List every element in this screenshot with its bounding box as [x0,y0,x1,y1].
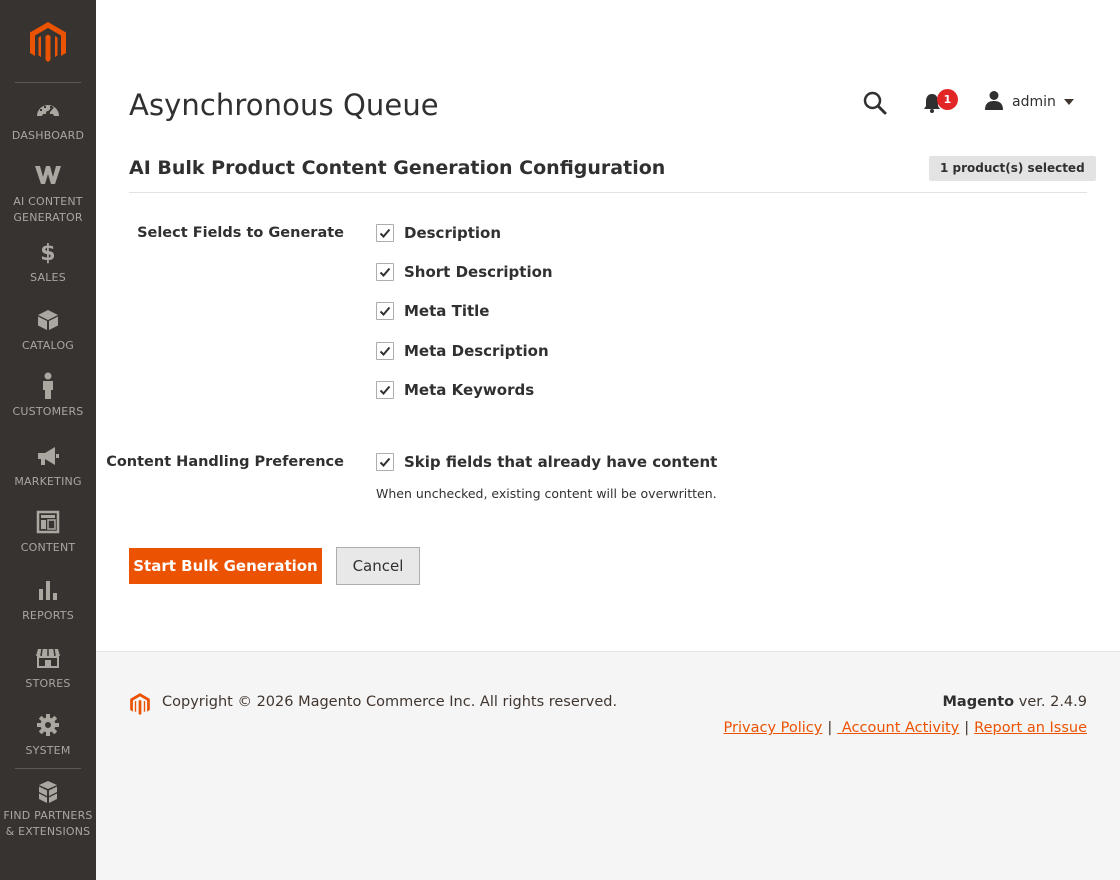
w-logo-icon [0,164,96,188]
bar-chart-icon [0,578,96,602]
checkbox-short-description[interactable]: Short Description [376,263,553,281]
account-activity-link[interactable]: Account Activity [837,720,959,736]
search-icon[interactable] [862,90,888,116]
link-separator: | [964,720,970,736]
handling-label: Content Handling Preference [106,454,344,470]
checkbox[interactable] [376,302,394,320]
checkbox-label: Skip fields that already have content [404,453,718,471]
svg-text:$: $ [40,241,56,264]
storefront-icon [0,646,96,670]
checkbox[interactable] [376,224,394,242]
user-icon [984,90,1004,114]
checkbox-meta-keywords[interactable]: Meta Keywords [376,381,534,399]
checkbox-label: Meta Keywords [404,381,535,399]
section-title: AI Bulk Product Content Generation Confi… [129,157,666,179]
sidebar-item-label: CUSTOMERS [12,405,84,418]
version-text: Magento ver. 2.4.9 [942,694,1087,710]
checkbox-description[interactable]: Description [376,224,501,242]
checkbox[interactable] [376,453,394,471]
sidebar-item-label: REPORTS [22,609,74,622]
magento-logo-icon [129,692,151,716]
user-menu[interactable]: admin [984,90,1074,114]
start-bulk-generation-button[interactable]: Start Bulk Generation [129,548,322,584]
privacy-policy-link[interactable]: Privacy Policy [724,720,823,736]
sidebar-item-label: AI CONTENT GENERATOR [13,195,83,224]
sidebar-item-reports[interactable]: REPORTS [0,578,96,624]
sidebar-divider [15,82,81,83]
checkbox-meta-title[interactable]: Meta Title [376,302,489,320]
page-title: Asynchronous Queue [129,88,439,122]
skip-note: When unchecked, existing content will be… [376,486,717,501]
sidebar-item-system[interactable]: SYSTEM [0,713,96,759]
checkbox[interactable] [376,263,394,281]
notification-badge[interactable]: 1 [937,89,958,110]
dollar-icon: $ [0,240,96,264]
sidebar-item-sales[interactable]: $ SALES [0,240,96,286]
checkbox-skip-existing[interactable]: Skip fields that already have content [376,453,717,471]
sidebar-item-label: SYSTEM [25,744,71,757]
boxes-icon [0,780,96,804]
chevron-down-icon [1063,99,1074,105]
sidebar-item-label: CONTENT [20,541,76,554]
checkbox-label: Short Description [404,263,553,281]
cube-icon [0,308,96,332]
selected-count-badge: 1 product(s) selected [929,156,1096,181]
checkbox-meta-description[interactable]: Meta Description [376,342,549,360]
page-content: Asynchronous Queue 1 admin AI Bulk Produ… [96,0,1120,651]
megaphone-icon [0,444,96,468]
person-icon [0,372,96,400]
username: admin [1012,94,1056,110]
brand-name: Magento [942,694,1015,710]
sidebar-divider [15,768,81,769]
sidebar-item-label: DASHBOARD [11,129,85,142]
section-divider [129,192,1087,193]
footer-links: Privacy Policy | Account Activity | Report … [724,720,1087,736]
magento-logo-icon[interactable] [28,20,68,64]
sidebar-item-label: MARKETING [14,475,82,488]
sidebar-item-stores[interactable]: STORES [0,646,96,692]
checkbox[interactable] [376,342,394,360]
sidebar-item-label: SALES [30,271,66,284]
fields-label: Select Fields to Generate [137,225,344,241]
sidebar-item-label: STORES [25,677,71,690]
cancel-button[interactable]: Cancel [336,547,420,585]
checkbox-label: Meta Title [404,302,490,320]
sidebar-item-ai-content-generator[interactable]: AI CONTENT GENERATOR [0,164,96,226]
sidebar-item-content[interactable]: CONTENT [0,510,96,556]
sidebar-item-label: FIND PARTNERS & EXTENSIONS [3,809,93,838]
sidebar-item-find-partners[interactable]: FIND PARTNERS & EXTENSIONS [0,780,96,840]
checkbox-label: Meta Description [404,342,549,360]
report-issue-link[interactable]: Report an Issue [974,720,1087,736]
sidebar-item-marketing[interactable]: MARKETING [0,444,96,490]
admin-sidebar: DASHBOARD AI CONTENT GENERATOR $ SALES C… [0,0,96,880]
dashboard-icon [0,98,96,122]
layout-icon [0,510,96,534]
copyright-text: Copyright © 2026 Magento Commerce Inc. A… [162,694,618,710]
checkbox[interactable] [376,381,394,399]
link-separator: | [827,720,833,736]
version-number: ver. 2.4.9 [1014,694,1087,710]
sidebar-item-dashboard[interactable]: DASHBOARD [0,98,96,144]
gear-icon [0,713,96,737]
sidebar-item-catalog[interactable]: CATALOG [0,308,96,354]
sidebar-item-customers[interactable]: CUSTOMERS [0,372,96,420]
checkbox-label: Description [404,224,502,242]
page-footer: Copyright © 2026 Magento Commerce Inc. A… [96,651,1120,880]
sidebar-item-label: CATALOG [21,339,75,352]
